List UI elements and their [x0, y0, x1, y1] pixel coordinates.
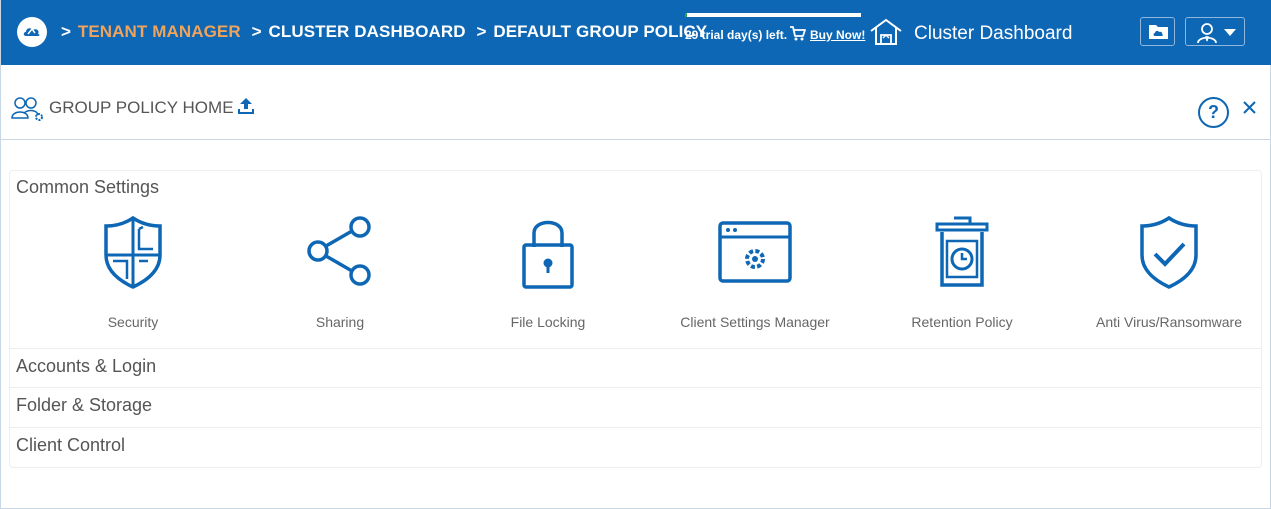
trial-progress-bar	[685, 13, 861, 17]
tile-label: File Locking	[510, 314, 586, 330]
breadcrumb: > TENANT MANAGER > CLUSTER DASHBOARD > D…	[61, 22, 713, 42]
page-title: GROUP POLICY HOME	[49, 98, 234, 117]
section-divider	[10, 387, 1261, 388]
cloud-logo-icon	[23, 27, 40, 36]
cluster-home-icon	[870, 18, 902, 45]
trial-progress-fill	[685, 13, 687, 17]
share-icon	[307, 216, 371, 286]
tile-anti-virus-ransomware[interactable]: Anti Virus/Ransomware	[1065, 215, 1271, 335]
shield-check-icon	[1140, 215, 1198, 289]
tile-label: Client Settings Manager	[680, 314, 830, 330]
breadcrumb-cluster-dashboard[interactable]: CLUSTER DASHBOARD	[268, 22, 465, 41]
section-divider	[10, 348, 1261, 349]
upload-icon[interactable]	[237, 97, 255, 115]
section-common-settings[interactable]: Common Settings	[16, 177, 159, 198]
tile-label: Anti Virus/Ransomware	[1095, 314, 1243, 330]
buy-now-link[interactable]: Buy Now!	[810, 28, 865, 42]
chevron-down-icon	[1224, 29, 1236, 36]
tile-label: Sharing	[315, 314, 365, 330]
user-icon	[1197, 23, 1217, 44]
tile-label: Security	[107, 314, 159, 330]
breadcrumb-tenant-manager[interactable]: TENANT MANAGER	[78, 22, 241, 41]
cluster-dashboard-title: Cluster Dashboard	[914, 23, 1073, 44]
tile-client-settings-manager[interactable]: Client Settings Manager	[651, 215, 859, 335]
close-icon[interactable]	[1242, 100, 1257, 115]
page-header: GROUP POLICY HOME ?	[1, 66, 1271, 140]
tile-file-locking[interactable]: File Locking	[444, 215, 652, 335]
section-accounts-login[interactable]: Accounts & Login	[16, 356, 156, 377]
help-button[interactable]: ?	[1198, 97, 1229, 128]
top-bar: > TENANT MANAGER > CLUSTER DASHBOARD > D…	[1, 0, 1271, 65]
folder-cloud-button[interactable]	[1140, 17, 1175, 46]
folder-cloud-icon	[1149, 25, 1168, 39]
trial-days-text: 29 trial day(s) left.	[685, 28, 788, 42]
tile-label: Retention Policy	[911, 314, 1013, 330]
tile-security[interactable]: Security	[29, 215, 237, 335]
settings-panel: Common Settings Security Sharing File Lo…	[9, 170, 1262, 468]
trash-clock-icon	[935, 216, 989, 287]
breadcrumb-separator: >	[251, 22, 262, 41]
shield-grid-icon	[104, 215, 162, 289]
group-policy-icon	[11, 97, 43, 121]
user-menu-button[interactable]	[1185, 17, 1245, 46]
tile-retention-policy[interactable]: Retention Policy	[858, 215, 1066, 335]
section-divider	[10, 427, 1261, 428]
breadcrumb-default-group-policy: DEFAULT GROUP POLICY	[493, 22, 708, 41]
section-client-control[interactable]: Client Control	[16, 435, 125, 456]
tile-sharing[interactable]: Sharing	[236, 215, 444, 335]
cart-icon[interactable]	[789, 26, 806, 41]
breadcrumb-separator: >	[61, 22, 72, 41]
app-logo[interactable]	[17, 17, 47, 47]
padlock-icon	[522, 220, 574, 289]
window-gear-icon	[718, 221, 792, 283]
breadcrumb-separator: >	[476, 22, 487, 41]
section-folder-storage[interactable]: Folder & Storage	[16, 395, 152, 416]
